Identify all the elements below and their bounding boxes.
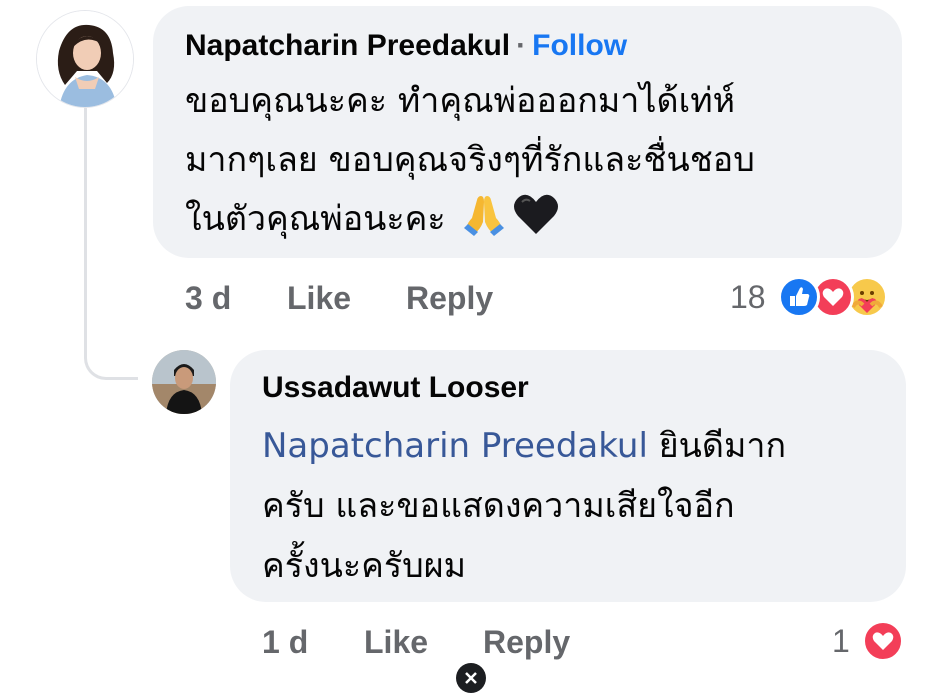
- avatar[interactable]: [152, 350, 216, 414]
- reply-text-line: Napatcharin Preedakul ยินดีมาก: [262, 416, 852, 476]
- reply-button[interactable]: Reply: [483, 624, 570, 660]
- comment-text-line: ขอบคุณนะคะ ทำคุณพ่อออกมาได้เท่ห์: [185, 81, 736, 121]
- reaction-count: 18: [730, 279, 766, 315]
- like-reaction-icon: [778, 276, 820, 318]
- reply-text-line: ครับ และขอแสดงความเสียใจอีก: [262, 486, 735, 526]
- reaction-summary[interactable]: 18: [730, 276, 910, 320]
- reply-text: Napatcharin Preedakul ยินดีมาก ครับ และข…: [262, 416, 852, 596]
- like-button[interactable]: Like: [287, 280, 351, 316]
- folded-hands-icon: [462, 192, 506, 255]
- reply-text-line: ครั้งนะครับผม: [262, 546, 467, 586]
- comment-bubble: Napatcharin Preedakul · Follow ขอบคุณนะคะ …: [153, 6, 902, 258]
- black-heart-icon: [512, 192, 560, 255]
- reply-bubble: Ussadawut Looser Napatcharin Preedakul ย…: [230, 350, 906, 602]
- reply-actions: 1 d Like Reply: [262, 624, 662, 660]
- like-button[interactable]: Like: [364, 624, 428, 660]
- comment-time[interactable]: 3 d: [185, 280, 231, 316]
- reaction-count: 1: [832, 623, 850, 659]
- comment-author[interactable]: Napatcharin Preedakul: [185, 29, 510, 62]
- reaction-summary[interactable]: 1: [832, 620, 912, 664]
- comment-text-line: มากๆเลย ขอบคุณจริงๆที่รักและชื่นชอบ: [185, 140, 755, 180]
- reply-text-start: ยินดีมาก: [647, 426, 787, 466]
- comment-actions: 3 d Like Reply: [185, 280, 585, 316]
- avatar[interactable]: [36, 10, 134, 108]
- follow-button[interactable]: Follow: [532, 29, 627, 62]
- love-reaction-icon: [862, 620, 904, 662]
- avatar-photo-ussadawut: [152, 350, 216, 414]
- separator-dot: ·: [516, 29, 527, 62]
- comment-text-line-3: ในตัวคุณพ่อนะคะ: [185, 199, 446, 239]
- mention-link[interactable]: Napatcharin Preedakul: [262, 426, 648, 466]
- reply-author[interactable]: Ussadawut Looser: [262, 370, 872, 406]
- thread-connector: [84, 108, 138, 380]
- avatar-photo-napatcharin: [37, 11, 133, 107]
- reply-time[interactable]: 1 d: [262, 624, 308, 660]
- comment-text-line: ในตัวคุณพ่อนะคะ: [185, 190, 865, 255]
- close-icon[interactable]: [456, 663, 486, 693]
- comment-text: ขอบคุณนะคะ ทำคุณพ่อออกมาได้เท่ห์ มากๆเลย…: [185, 72, 865, 255]
- reply-button[interactable]: Reply: [406, 280, 493, 316]
